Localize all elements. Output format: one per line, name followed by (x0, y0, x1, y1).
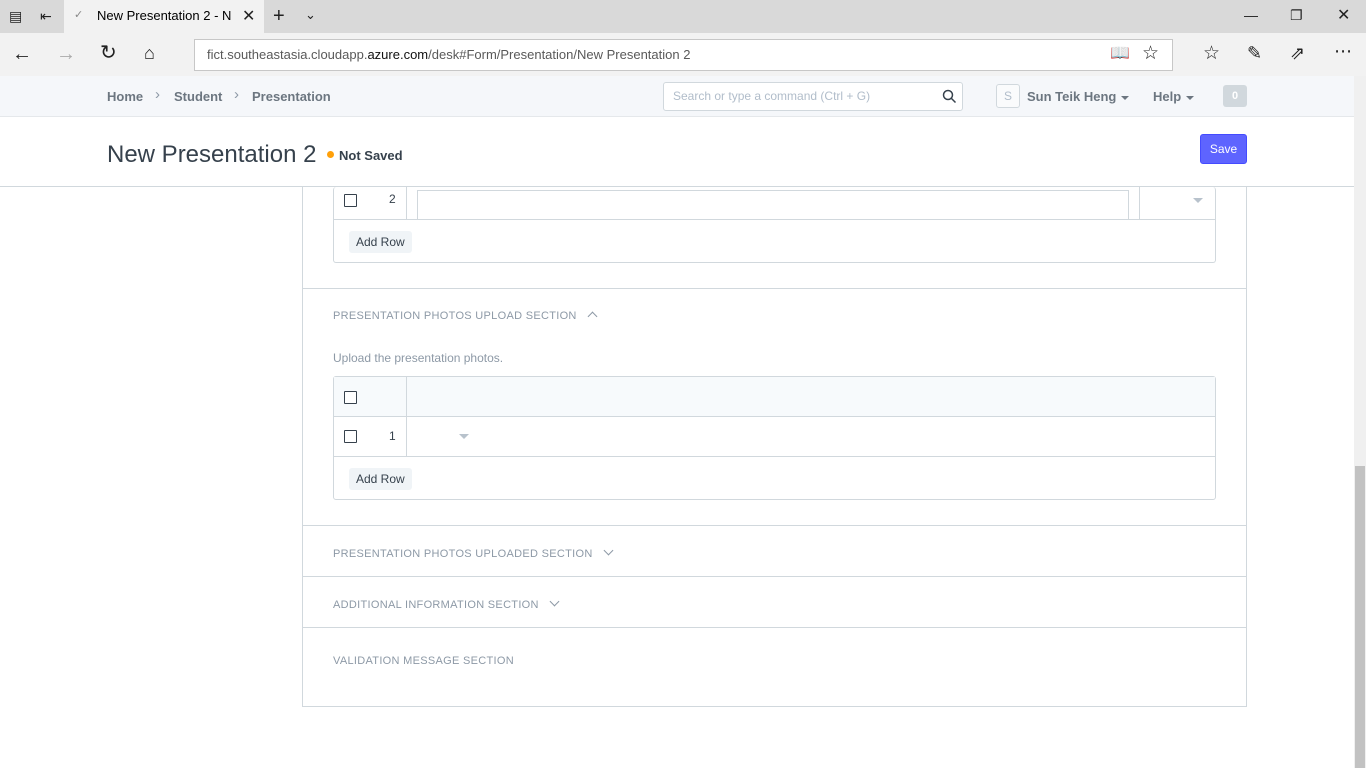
section-divider (302, 627, 1247, 628)
grid-divider (334, 219, 1215, 220)
save-button[interactable]: Save (1200, 134, 1247, 164)
add-row-button[interactable]: Add Row (349, 468, 412, 490)
section-description: Upload the presentation photos. (333, 351, 504, 365)
tab-list-icon[interactable]: ▤ (9, 9, 22, 23)
section-upload-heading[interactable]: PRESENTATION PHOTOS UPLOAD SECTION (333, 310, 598, 322)
back-icon[interactable]: ← (12, 44, 32, 64)
tab-title: New Presentation 2 - N (97, 8, 232, 23)
add-row-button[interactable]: Add Row (349, 231, 412, 253)
row-checkbox[interactable] (344, 194, 357, 207)
breadcrumb-presentation[interactable]: Presentation (252, 89, 331, 104)
url-text[interactable]: fict.southeastasia.cloudapp.azure.com/de… (207, 47, 690, 62)
grid-header (334, 377, 1215, 416)
caret-down-icon (1186, 95, 1195, 100)
refresh-icon[interactable]: ↻ (100, 43, 117, 63)
breadcrumb-separator-icon: › (234, 86, 239, 103)
notifications-badge[interactable]: 0 (1223, 85, 1247, 107)
tab-preview-chevron-icon[interactable]: ⌄ (305, 8, 316, 21)
row-index: 1 (389, 429, 396, 443)
forward-icon[interactable]: → (56, 44, 76, 64)
row-text-editor[interactable] (417, 190, 1129, 219)
dropdown-arrow-icon[interactable] (1193, 198, 1203, 203)
row-index: 2 (389, 192, 396, 206)
section-divider (302, 576, 1247, 577)
breadcrumb-student[interactable]: Student (174, 89, 222, 104)
home-icon[interactable]: ⌂ (144, 44, 155, 62)
section-uploaded-heading[interactable]: PRESENTATION PHOTOS UPLOADED SECTION (333, 545, 614, 560)
chevron-down-icon (603, 545, 614, 556)
share-icon[interactable]: ⇗ (1290, 44, 1305, 62)
tab-favicon-icon: ✓ (74, 9, 84, 21)
more-options-icon[interactable]: ⋯ (1334, 42, 1352, 60)
pen-notes-icon[interactable]: ✎ (1247, 44, 1262, 62)
status-badge: Not Saved (339, 148, 403, 163)
set-aside-tabs-icon[interactable]: ⇤ (40, 9, 52, 23)
window-close-icon[interactable]: ✕ (1337, 8, 1350, 24)
favorite-star-icon[interactable]: ☆ (1142, 44, 1159, 63)
section-additional-heading[interactable]: ADDITIONAL INFORMATION SECTION (333, 596, 560, 611)
close-tab-icon[interactable]: ✕ (242, 9, 255, 25)
avatar[interactable]: S (996, 84, 1020, 108)
new-tab-icon[interactable]: + (273, 6, 285, 26)
favorites-hub-icon[interactable]: ☆ (1203, 44, 1220, 63)
restore-icon[interactable]: ❐ (1290, 8, 1303, 22)
help-menu[interactable]: Help (1153, 89, 1195, 104)
minimize-icon[interactable]: — (1244, 8, 1258, 22)
caret-down-icon (1121, 95, 1130, 100)
dropdown-arrow-icon[interactable] (459, 434, 469, 439)
reading-view-icon[interactable]: 📖 (1110, 46, 1130, 62)
grid-divider (334, 416, 1215, 417)
row-checkbox[interactable] (344, 430, 357, 443)
breadcrumb-home[interactable]: Home (107, 89, 143, 104)
page-title: New Presentation 2 (107, 141, 317, 168)
status-indicator-icon (327, 151, 334, 158)
section-validation-heading: VALIDATION MESSAGE SECTION (333, 655, 514, 667)
section-divider (302, 525, 1247, 526)
scrollbar-thumb[interactable] (1355, 466, 1365, 768)
grid-divider (334, 456, 1215, 457)
grid-divider (406, 187, 407, 219)
breadcrumb-separator-icon: › (155, 86, 160, 103)
user-menu[interactable]: Sun Teik Heng (1027, 89, 1130, 104)
select-all-checkbox[interactable] (344, 391, 357, 404)
search-icon[interactable] (942, 89, 957, 104)
search-input[interactable] (673, 86, 933, 106)
grid-divider (1139, 187, 1140, 219)
chevron-down-icon (549, 596, 560, 607)
section-divider (302, 288, 1247, 289)
chevron-up-icon (587, 311, 598, 322)
